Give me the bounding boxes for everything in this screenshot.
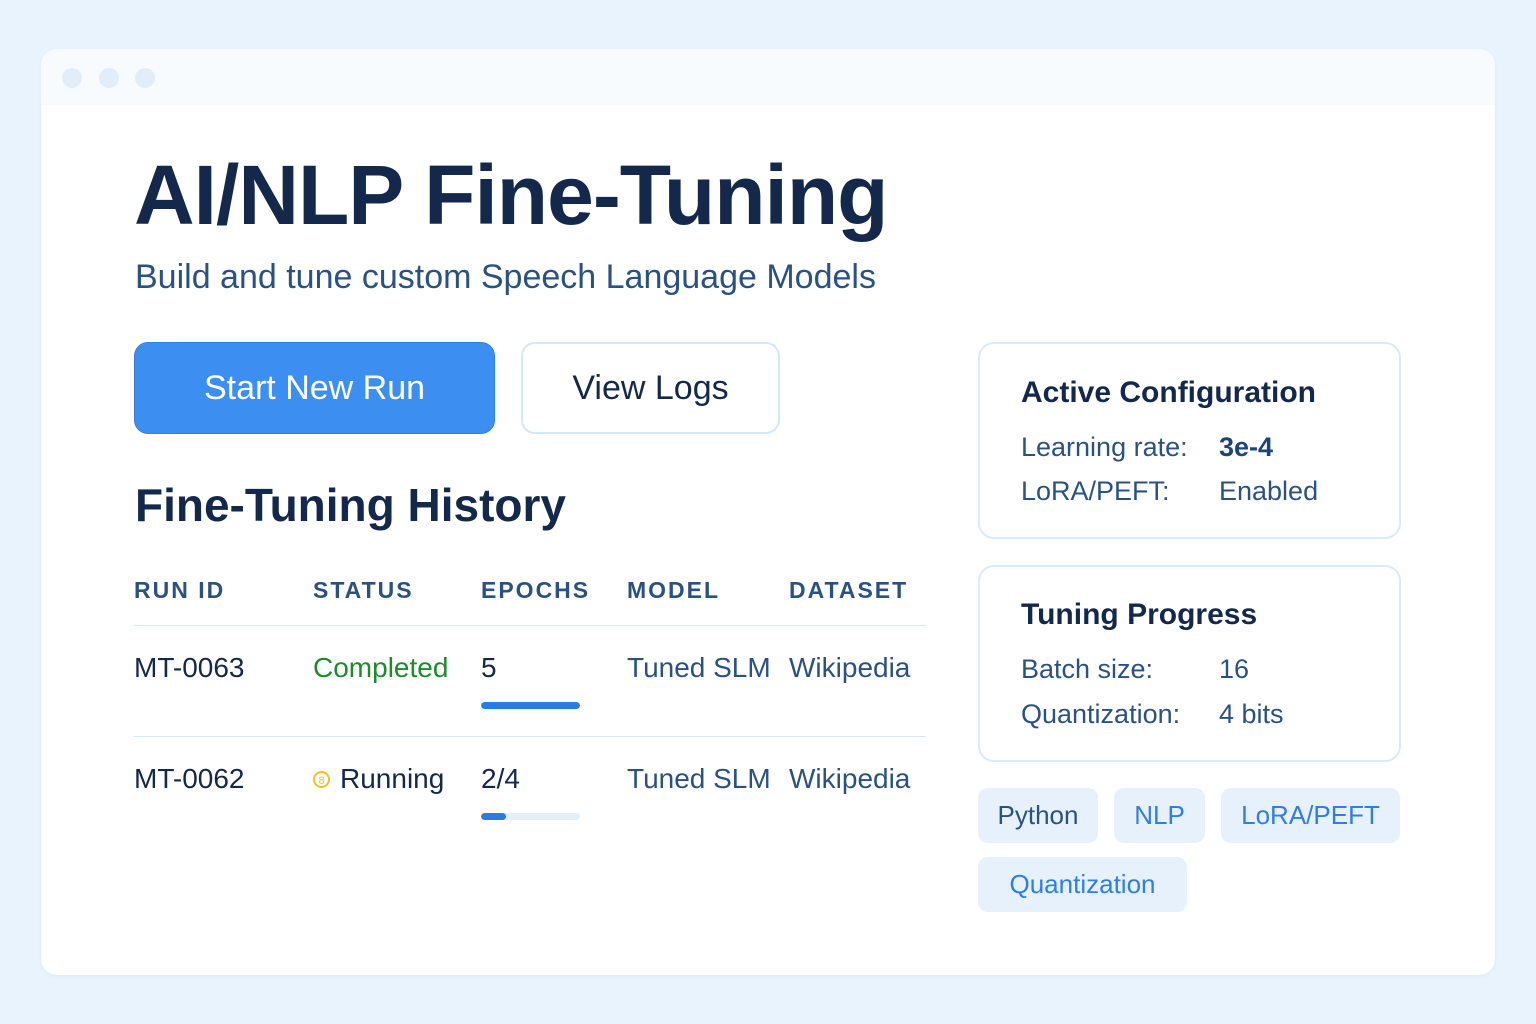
window-control-dot-2[interactable] [99, 68, 119, 88]
window-control-dot-1[interactable] [62, 68, 82, 88]
window-titlebar [41, 49, 1495, 105]
tag-quantization[interactable]: Quantization [978, 857, 1187, 912]
run-id-cell: MT-0063 [134, 652, 245, 683]
page-subtitle: Build and tune custom Speech Language Mo… [135, 258, 876, 296]
tag-python[interactable]: Python [978, 788, 1098, 843]
batch-size-label: Batch size: [1021, 654, 1154, 684]
learning-rate-value: 3e-4 [1219, 432, 1274, 462]
quantization-value: 4 bits [1219, 699, 1284, 729]
batch-size-value: 16 [1219, 654, 1250, 684]
column-header-status: STATUS [313, 577, 414, 603]
learning-rate-label: Learning rate: [1021, 432, 1188, 462]
active-configuration-card: Active Configuration Learning rate: 3e-4… [978, 342, 1401, 539]
status-label: Running [340, 763, 445, 794]
column-header-epochs: EPOCHS [481, 577, 591, 603]
epoch-progress-fill [481, 702, 580, 709]
tag-lora-peft[interactable]: LoRA/PEFT [1221, 788, 1400, 843]
window-control-dot-3[interactable] [135, 68, 155, 88]
table-divider [134, 736, 926, 737]
start-new-run-button[interactable]: Start New Run [134, 342, 495, 434]
column-header-dataset: DATASET [789, 577, 909, 603]
tag-nlp[interactable]: NLP [1114, 788, 1205, 843]
epoch-progress-bar [481, 702, 580, 709]
history-section-title: Fine-Tuning History [135, 479, 567, 531]
column-header-model: MODEL [627, 577, 721, 603]
page-title: AI/NLP Fine-Tuning [134, 148, 888, 242]
quantization-label: Quantization: [1021, 699, 1181, 729]
card-title: Active Configuration [1021, 376, 1317, 409]
epoch-progress-bar [481, 813, 580, 820]
epoch-progress-fill [481, 813, 506, 820]
app-window: AI/NLP Fine-Tuning Build and tune custom… [41, 49, 1495, 975]
tuning-progress-card: Tuning Progress Batch size: 16 Quantizat… [978, 565, 1401, 762]
run-id-cell: MT-0062 [134, 763, 245, 794]
column-header-run-id: RUN ID [134, 577, 226, 603]
status-cell: 8 Running [313, 763, 444, 795]
model-cell: Tuned SLM [627, 763, 771, 794]
model-cell: Tuned SLM [627, 652, 771, 683]
epochs-cell: 2/4 [481, 763, 520, 794]
lora-peft-label: LoRA/PEFT: [1021, 476, 1170, 506]
dataset-cell: Wikipedia [789, 652, 911, 683]
dataset-cell: Wikipedia [789, 763, 911, 794]
epochs-cell: 5 [481, 652, 497, 683]
view-logs-button[interactable]: View Logs [521, 342, 780, 434]
status-cell: Completed [313, 652, 449, 683]
lora-peft-value: Enabled [1219, 476, 1319, 506]
card-title: Tuning Progress [1021, 598, 1258, 631]
table-divider [134, 625, 926, 626]
spinner-icon: 8 [313, 770, 330, 788]
